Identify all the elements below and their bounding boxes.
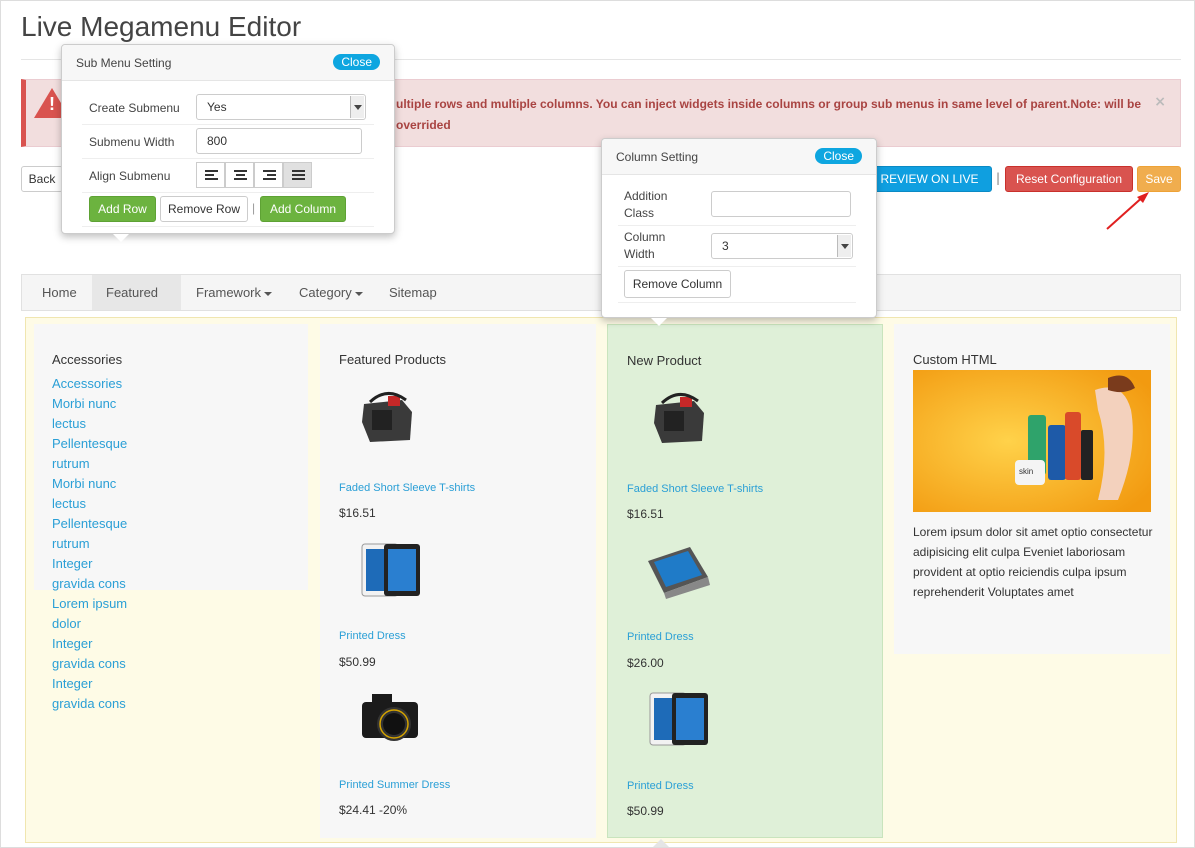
close-button[interactable]: Close	[815, 148, 862, 164]
addition-class-input[interactable]	[711, 191, 851, 217]
product-link[interactable]: Printed Dress	[627, 780, 694, 792]
submenu-setting-popup: Sub Menu Setting Close Create Submenu Ye…	[61, 44, 395, 234]
column-heading: Featured Products	[339, 352, 446, 367]
create-submenu-select[interactable]: Yes	[196, 94, 366, 120]
submenu-actions-row: Add Row Remove Row | Add Column	[82, 193, 374, 227]
list-item[interactable]: Morbi nunc lectus	[52, 394, 127, 434]
align-right-icon[interactable]	[254, 162, 283, 188]
add-column-button[interactable]: Add Column	[260, 196, 346, 222]
remove-row-button[interactable]: Remove Row	[160, 196, 248, 222]
nav-item-sitemap[interactable]: Sitemap	[375, 275, 451, 310]
nav-item-featured[interactable]: Featured	[92, 275, 181, 331]
popup-header: Column Setting Close	[602, 139, 876, 175]
column-featured-products[interactable]: Featured Products Faded Short Sleeve T-s…	[320, 324, 596, 838]
page-title: Live Megamenu Editor	[21, 11, 302, 42]
camera-bag-image[interactable]	[352, 382, 422, 452]
chevron-down-icon	[350, 96, 364, 118]
nav-item-category[interactable]: Category	[285, 275, 377, 310]
column-setting-popup: Column Setting Close Addition Class Colu…	[601, 138, 877, 318]
chevron-down-icon	[837, 235, 851, 257]
product-link[interactable]: Faded Short Sleeve T-shirts	[627, 483, 763, 495]
alert-close-icon[interactable]: ×	[1154, 94, 1166, 110]
list-item[interactable]: Pellentesque rutrum	[52, 514, 127, 554]
list-item[interactable]: Integer gravida cons	[52, 554, 127, 594]
submenu-width-row: Submenu Width 800	[82, 125, 374, 159]
product-link[interactable]: Printed Summer Dress	[339, 779, 450, 791]
nav-item-home[interactable]: Home	[28, 275, 91, 310]
remove-column-button[interactable]: Remove Column	[624, 270, 731, 298]
addition-class-row: Addition Class	[618, 185, 856, 226]
product-price: $24.41 -20%	[339, 803, 408, 817]
nav-item-framework[interactable]: Framework	[182, 275, 286, 310]
popup-tip	[651, 318, 667, 326]
alert-text: ultiple rows and multiple columns. You c…	[396, 97, 1142, 132]
column-width-select[interactable]: 3	[711, 233, 853, 259]
column-heading: New Product	[627, 353, 702, 368]
create-submenu-label: Create Submenu	[89, 101, 180, 115]
custom-html-text: Lorem ipsum dolor sit amet optio consect…	[913, 525, 1153, 599]
tablet-image[interactable]	[356, 536, 426, 606]
align-submenu-row: Align Submenu	[82, 159, 374, 193]
column-heading: Accessories	[52, 352, 123, 367]
product-price: $26.00	[627, 656, 664, 670]
product-price: $16.51	[339, 506, 376, 520]
submenu-width-label: Submenu Width	[89, 135, 175, 149]
popup-tip	[113, 234, 129, 242]
align-justify-icon[interactable]	[283, 162, 312, 188]
dslr-camera-image[interactable]	[356, 684, 426, 754]
list-item[interactable]: Accessories	[52, 374, 127, 394]
toolbar-separator: |	[996, 171, 1001, 185]
align-center-icon[interactable]	[225, 162, 254, 188]
align-left-icon[interactable]	[196, 162, 225, 188]
addition-class-label: Addition Class	[624, 189, 668, 220]
list-item[interactable]: Integer gravida cons	[52, 674, 127, 714]
back-button[interactable]: Back	[21, 166, 63, 192]
align-submenu-label: Align Submenu	[89, 169, 171, 183]
list-item[interactable]: Lorem ipsum dolor	[52, 594, 127, 634]
create-submenu-row: Create Submenu Yes	[82, 91, 374, 125]
megamenu-panel: Accessories Accessories Morbi nunc lectu…	[25, 317, 1177, 843]
submenu-width-input[interactable]: 800	[196, 128, 362, 154]
product-price: $16.51	[627, 507, 664, 521]
popup-tip	[653, 839, 669, 847]
caret-down-icon	[354, 291, 363, 296]
product-link[interactable]: Faded Short Sleeve T-shirts	[339, 482, 475, 494]
actions-separator: |	[252, 201, 256, 215]
column-new-product[interactable]: New Product Faded Short Sleeve T-shirts …	[607, 324, 883, 838]
accessories-link-list: Accessories Morbi nunc lectus Pellentesq…	[52, 374, 127, 714]
column-width-row: Column Width 3	[618, 226, 856, 267]
list-item[interactable]: Pellentesque rutrum	[52, 434, 127, 474]
add-row-button[interactable]: Add Row	[89, 196, 156, 222]
tablet-image[interactable]	[644, 685, 714, 755]
list-item[interactable]: Morbi nunc lectus	[52, 474, 127, 514]
popup-title: Column Setting	[616, 150, 699, 164]
cosmetics-banner-image: skin	[913, 370, 1151, 512]
popup-title: Sub Menu Setting	[76, 56, 172, 70]
preview-live-site-button[interactable]: REVIEW ON LIVE SITE	[867, 166, 992, 210]
popup-header: Sub Menu Setting Close	[62, 45, 394, 81]
caret-down-icon	[264, 291, 273, 296]
product-link[interactable]: Printed Dress	[627, 631, 694, 643]
product-link[interactable]: Printed Dress	[339, 630, 406, 642]
column-accessories[interactable]: Accessories Accessories Morbi nunc lectu…	[34, 324, 308, 711]
tablet-keyboard-image[interactable]	[644, 537, 714, 607]
list-item[interactable]: Integer gravida cons	[52, 634, 127, 674]
column-width-label: Column Width	[624, 230, 666, 261]
column-custom-html[interactable]: Custom HTML skin Lorem ipsum dolor sit a…	[894, 324, 1170, 654]
annotation-arrow-icon	[1106, 192, 1149, 230]
camera-bag-image[interactable]	[644, 383, 714, 453]
banner-label: skin	[1019, 467, 1033, 476]
column-actions-row: Remove Column	[618, 267, 856, 303]
product-price: $50.99	[627, 804, 664, 818]
close-button[interactable]: Close	[333, 54, 380, 70]
column-heading: Custom HTML	[913, 352, 997, 367]
product-price: $50.99	[339, 655, 376, 669]
